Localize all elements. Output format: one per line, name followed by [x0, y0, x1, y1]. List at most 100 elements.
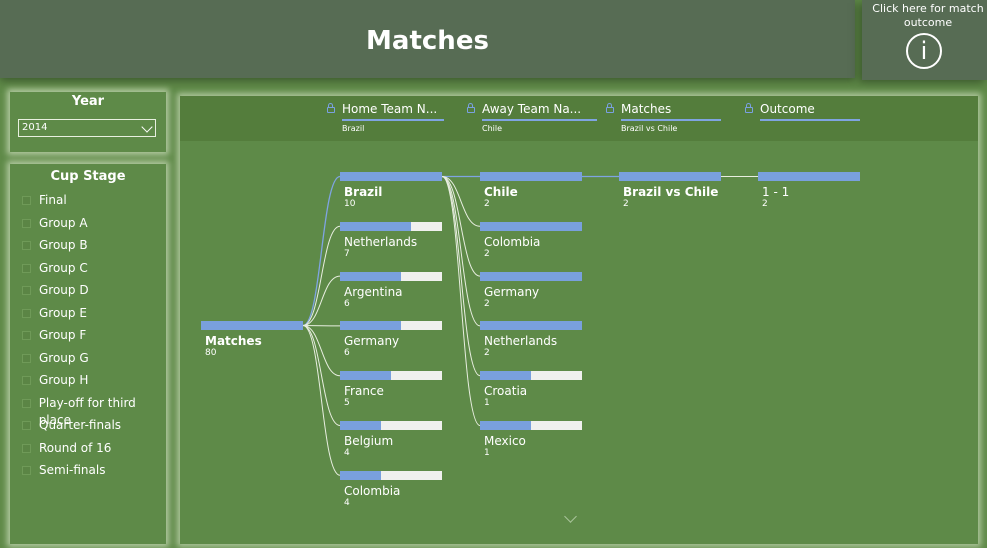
cup-stage-label: Semi-finals [39, 463, 106, 477]
year-dropdown-value: 2014 [22, 122, 48, 133]
checkbox-icon[interactable] [22, 376, 31, 385]
cup-stage-item[interactable]: Group C [22, 260, 166, 283]
cup-stage-label: Group A [39, 215, 88, 230]
node-bar [758, 172, 860, 181]
lock-icon [327, 103, 335, 113]
node-bar [480, 221, 582, 231]
year-slicer-title: Year [71, 94, 105, 109]
column-header-name: Outcome [760, 102, 815, 116]
node-label: Netherlands [484, 334, 558, 349]
cup-stage-item[interactable]: Semi-finals [22, 462, 166, 485]
cup-stage-label: Group B [39, 238, 88, 252]
checkbox-icon[interactable] [22, 263, 31, 273]
lock-icon [606, 103, 614, 113]
cup-stage-item[interactable]: Final [22, 192, 166, 215]
checkbox-icon[interactable] [22, 286, 31, 295]
node-bar-fill [340, 271, 402, 281]
checkbox-icon[interactable] [22, 331, 31, 340]
column-header-underline [621, 119, 721, 121]
tree-links [302, 175, 758, 476]
checkbox-icon[interactable] [22, 421, 31, 430]
lock-icon [745, 103, 753, 113]
node-label: Chile [484, 185, 518, 199]
column-header-value: Brazil vs Chile [621, 124, 678, 133]
node-bar-fill [340, 221, 412, 231]
column-header-value: Chile [482, 124, 503, 133]
node-count: 2 [484, 298, 490, 309]
cup-stage-title: Cup Stage [50, 169, 126, 184]
cup-stage-item[interactable]: Group F [22, 327, 166, 350]
cup-stage-label: Quarter-finals [39, 418, 122, 432]
tree-link [302, 175, 341, 327]
node-count: 2 [623, 199, 629, 209]
node-bar [480, 271, 582, 281]
info-circle-icon[interactable]: i [906, 33, 942, 69]
tree-link [441, 176, 481, 426]
checkbox-icon[interactable] [22, 308, 31, 318]
cup-stage-item[interactable]: Group G [22, 350, 166, 373]
node-bar [340, 172, 442, 181]
cup-stage-item[interactable]: Group E [22, 305, 166, 328]
column-header-underline [760, 119, 860, 121]
cup-stage-item[interactable]: Group A [22, 215, 166, 238]
cup-stage-item[interactable]: Play-off for third place [22, 395, 166, 427]
column-header-name: Matches [621, 102, 672, 116]
cup-stage-item[interactable]: Group H [22, 372, 166, 395]
checkbox-icon[interactable] [22, 443, 31, 453]
node-bar [340, 271, 442, 281]
column-header-underline [342, 119, 444, 121]
cup-stage-label: Final [39, 193, 67, 207]
checkbox-icon[interactable] [22, 353, 31, 363]
node-bar [340, 221, 442, 231]
cup-stage-label: Group H [39, 373, 89, 387]
checkbox-icon[interactable] [22, 218, 31, 228]
cup-stage-label: Round of 16 [39, 440, 112, 455]
node-count: 4 [344, 448, 350, 458]
lock-icon [467, 103, 475, 113]
node-bar [480, 321, 582, 331]
node-label: Mexico [484, 434, 526, 448]
checkbox-icon[interactable] [22, 196, 31, 205]
tree-link [302, 325, 341, 377]
checkbox-icon[interactable] [22, 398, 31, 408]
year-slicer: Year 2014 [10, 92, 166, 152]
cup-stage-item[interactable]: Group D [22, 282, 166, 305]
node-bar [340, 321, 442, 331]
node-bar [201, 321, 303, 330]
checkbox-icon[interactable] [22, 466, 31, 475]
node-count: 6 [344, 348, 350, 359]
cup-stage-item[interactable]: Round of 16 [22, 440, 166, 463]
cup-stage-label: Group D [39, 283, 89, 297]
node-bar [340, 371, 442, 381]
node-bar-fill [758, 172, 860, 181]
node-label: Netherlands [344, 234, 418, 249]
node-count: 10 [344, 199, 356, 209]
chevron-down-icon [141, 121, 153, 133]
cup-stage-label: Group F [39, 328, 87, 342]
page-title: Matches [366, 26, 489, 56]
tree-link [302, 325, 341, 476]
node-label: Belgium [344, 434, 394, 448]
checkbox-icon[interactable] [22, 241, 31, 250]
node-bar-fill [480, 321, 582, 331]
node-count: 5 [344, 398, 350, 409]
decomposition-tree: Home Team N... Brazil Away Team Na... Chile… [180, 96, 978, 544]
year-dropdown[interactable]: 2014 [18, 119, 156, 137]
node-bar [340, 470, 442, 480]
cup-stage-label: Group E [39, 305, 87, 320]
match-outcome-info-button[interactable]: Click here for match outcome i [862, 0, 987, 80]
cup-stage-list: Final Group A Group B Group C Group D Group E… [22, 192, 166, 485]
node-bar [619, 172, 721, 181]
cup-stage-item[interactable]: Group B [22, 237, 166, 260]
node-bar-fill [340, 470, 381, 480]
column-header-underline [482, 119, 597, 121]
info-button-label: Click here for match outcome [872, 2, 984, 29]
node-bar-fill [480, 421, 531, 430]
node-count: 7 [344, 248, 350, 259]
node-label: Colombia [344, 483, 401, 498]
node-label: Brazil [344, 185, 383, 199]
node-bar [480, 421, 582, 430]
node-label: Germany [484, 284, 540, 299]
node-count: 2 [484, 199, 490, 209]
node-count: 1 [484, 398, 490, 409]
